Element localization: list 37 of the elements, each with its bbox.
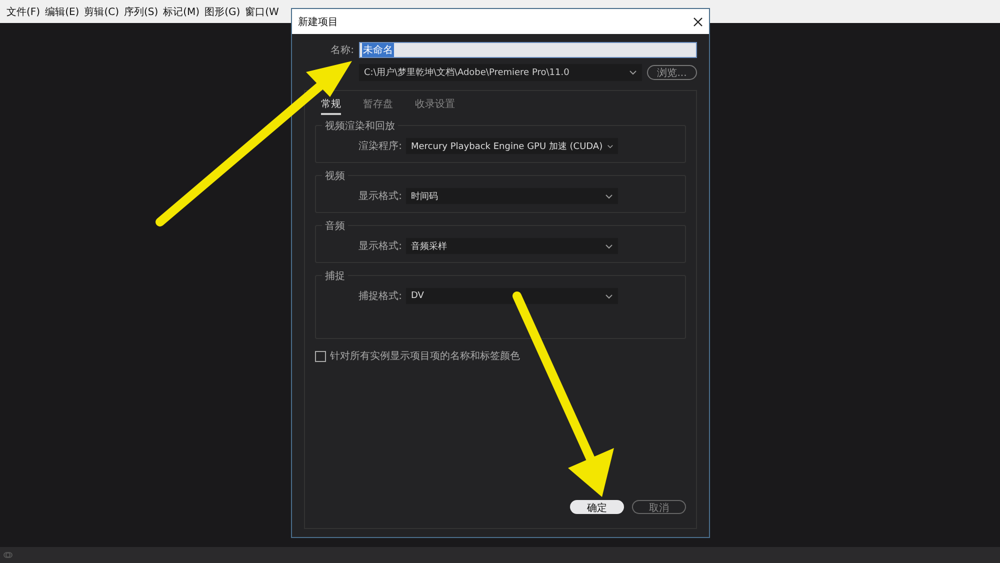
dialog-button[interactable]: 取消 <box>632 500 686 514</box>
menu-item[interactable]: 编辑(E) <box>42 4 82 18</box>
field-label: 显示格式: <box>358 240 402 253</box>
chevron-icon <box>605 194 613 198</box>
field-label: 显示格式: <box>358 190 402 203</box>
field-label: 名称: <box>330 44 354 57</box>
close-icon[interactable] <box>693 16 703 26</box>
dropdown[interactable]: DV <box>406 288 618 304</box>
tab[interactable]: 暂存盘 <box>363 95 393 115</box>
menu-item[interactable]: 文件(F) <box>4 4 43 18</box>
section-title: 视频渲染和回放 <box>322 119 398 133</box>
field-label: 渲染程序: <box>358 140 402 153</box>
section-title: 音频 <box>322 219 348 233</box>
dropdown[interactable]: 音频采样 <box>406 238 618 254</box>
menu-item[interactable]: 图形(G) <box>202 4 243 18</box>
location-dropdown[interactable]: C:\用户\梦里乾坤\文档\Adobe\Premiere Pro\11.0 <box>359 64 642 81</box>
dropdown[interactable]: 时间码 <box>406 188 618 204</box>
chevron-icon <box>605 244 613 248</box>
menu-item[interactable]: 窗口(W <box>242 4 282 18</box>
field-label: 捕捉格式: <box>358 290 402 303</box>
name-field[interactable]: 未命名 <box>359 42 697 58</box>
browse-button[interactable]: 浏览... <box>647 65 697 80</box>
chevron-icon <box>605 294 613 298</box>
field-value: 未命名 <box>362 43 394 57</box>
window-title: 新建项目 <box>298 16 338 28</box>
menu-item[interactable]: 标记(M) <box>160 4 202 18</box>
dialog-button[interactable]: 确定 <box>570 500 624 514</box>
checkbox[interactable] <box>315 350 326 362</box>
tab[interactable]: 收录设置 <box>415 95 455 115</box>
menu-item[interactable]: 剪辑(C) <box>82 4 122 18</box>
menu-item[interactable]: 序列(S) <box>121 4 161 18</box>
chevron-icon <box>629 70 637 75</box>
section-title: 视频 <box>322 169 348 183</box>
dropdown[interactable]: Mercury Playback Engine GPU 加速 (CUDA) <box>406 138 618 154</box>
section-title: 捕捉 <box>322 269 348 283</box>
chevron-icon <box>606 144 613 148</box>
checkbox-label: 针对所有实例显示项目项的名称和标签颜色 <box>330 350 520 363</box>
